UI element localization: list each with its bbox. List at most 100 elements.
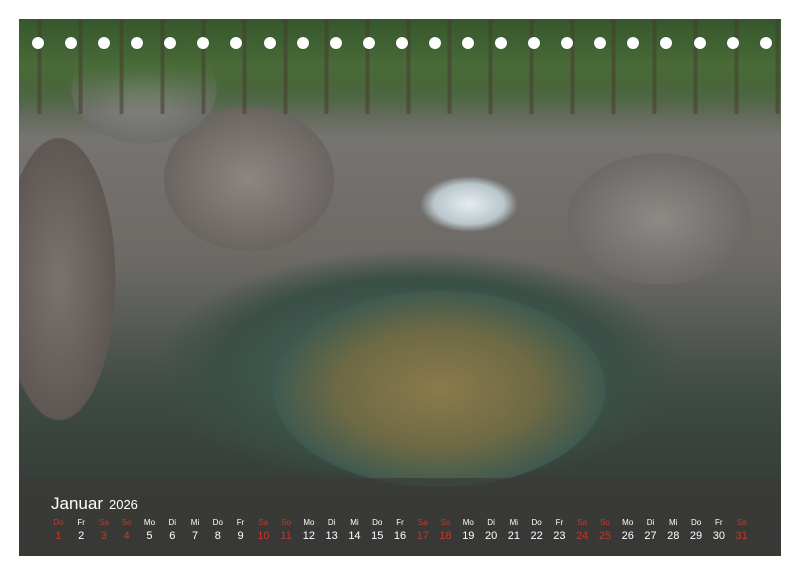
calendar-day: So 11 — [275, 518, 298, 544]
day-number: 6 — [169, 530, 176, 542]
binding-hole — [726, 37, 739, 49]
calendar-day: Fr 23 — [548, 518, 571, 544]
day-of-week-label: Mo — [462, 518, 474, 527]
calendar-day: Fr 9 — [229, 518, 252, 544]
year: 2026 — [108, 497, 138, 512]
binding-hole — [197, 37, 210, 49]
day-number: 16 — [393, 530, 407, 542]
day-number: 1 — [55, 530, 62, 542]
day-number: 28 — [667, 530, 680, 542]
day-number: 17 — [416, 530, 429, 542]
calendar-day: Mi 21 — [502, 518, 525, 544]
day-number: 29 — [689, 530, 703, 542]
day-number: 19 — [462, 530, 475, 542]
day-number: 21 — [507, 530, 520, 542]
calendar-day: Mi 14 — [343, 518, 366, 544]
calendar-day: Do 15 — [366, 518, 389, 544]
binding-hole — [131, 37, 144, 49]
day-of-week-label: So — [440, 518, 451, 527]
binding-hole — [428, 37, 441, 49]
day-of-week-label: Sa — [417, 518, 428, 527]
calendar-day: Di 20 — [480, 518, 503, 544]
calendar-day: Sa 17 — [411, 518, 434, 544]
day-of-week-label: Sa — [736, 518, 747, 527]
day-grid: Do 1 Fr 2 Sa 3 So 4 Mo 5 Di 6 Mi 7 Do 8 Fr 9 Sa 10 So 11 Mo 12 D… — [47, 518, 753, 544]
calendar-day: Sa 10 — [252, 518, 275, 544]
day-number: 22 — [530, 530, 543, 542]
calendar-day: Mo 5 — [138, 518, 161, 544]
day-number: 31 — [735, 530, 748, 542]
day-number: 2 — [78, 530, 85, 542]
calendar-day: Do 22 — [525, 518, 548, 544]
day-number: 12 — [302, 530, 316, 542]
binding-hole — [660, 37, 673, 49]
binding-hole — [230, 37, 243, 49]
spiral-binding — [32, 35, 772, 51]
calendar-day: Mi 28 — [662, 518, 685, 544]
binding-hole — [329, 37, 342, 49]
calendar-photo — [19, 19, 781, 556]
binding-hole — [561, 37, 574, 49]
binding-hole — [263, 37, 276, 49]
binding-hole — [164, 37, 177, 49]
day-of-week-label: Mi — [509, 518, 519, 527]
binding-hole — [627, 37, 640, 49]
day-number: 25 — [598, 530, 612, 542]
calendar-day: Do 29 — [685, 518, 708, 544]
calendar-day: Di 27 — [639, 518, 662, 544]
calendar-day: Mo 19 — [457, 518, 480, 544]
day-of-week-label: Mi — [350, 518, 359, 527]
day-of-week-label: Di — [646, 518, 655, 527]
day-of-week-label: Mi — [190, 518, 200, 527]
day-number: 14 — [348, 530, 361, 542]
month-header: Januar 2026 — [51, 494, 138, 514]
day-number: 9 — [237, 530, 244, 542]
day-number: 18 — [439, 530, 452, 542]
binding-hole — [528, 37, 541, 49]
day-of-week-label: Fr — [236, 518, 245, 527]
day-number: 20 — [484, 530, 498, 542]
day-number: 30 — [712, 530, 725, 542]
day-number: 13 — [325, 530, 338, 542]
binding-hole — [65, 37, 78, 49]
day-of-week-label: So — [121, 518, 132, 527]
calendar-day: Fr 30 — [707, 518, 730, 544]
binding-hole — [594, 37, 607, 49]
calendar-day: So 18 — [434, 518, 457, 544]
binding-hole — [495, 37, 508, 49]
day-number: 10 — [257, 530, 270, 542]
calendar-day: So 25 — [594, 518, 617, 544]
calendar-day: Sa 3 — [93, 518, 116, 544]
binding-hole — [759, 37, 772, 49]
day-of-week-label: Mo — [303, 518, 315, 527]
day-of-week-label: Sa — [258, 518, 269, 527]
calendar-day: Di 6 — [161, 518, 184, 544]
forest-background — [19, 19, 781, 114]
day-number: 11 — [280, 530, 292, 542]
calendar-day: Mi 7 — [184, 518, 207, 544]
day-number: 3 — [100, 530, 107, 542]
calendar-day: So 4 — [115, 518, 138, 544]
calendar-day: Di 13 — [320, 518, 343, 544]
day-of-week-label: Mi — [669, 518, 678, 527]
day-of-week-label: So — [600, 518, 610, 527]
day-of-week-label: Fr — [77, 518, 85, 527]
binding-hole — [362, 37, 375, 49]
day-of-week-label: Sa — [99, 518, 109, 527]
day-of-week-label: Di — [487, 518, 495, 527]
calendar-day: Do 1 — [47, 518, 70, 544]
calendar-day: Mo 12 — [298, 518, 321, 544]
day-number: 4 — [123, 530, 130, 542]
day-of-week-label: Mo — [622, 518, 634, 527]
calendar-day: Mo 26 — [616, 518, 639, 544]
day-of-week-label: Do — [212, 518, 223, 527]
calendar-day: Do 8 — [206, 518, 229, 544]
day-number: 23 — [553, 530, 566, 542]
binding-hole — [462, 37, 475, 49]
day-of-week-label: Di — [327, 518, 336, 527]
day-of-week-label: Sa — [577, 518, 588, 527]
day-of-week-label: Do — [372, 518, 383, 527]
binding-hole — [395, 37, 408, 49]
day-of-week-label: Fr — [715, 518, 723, 527]
calendar-day: Sa 31 — [730, 518, 753, 544]
